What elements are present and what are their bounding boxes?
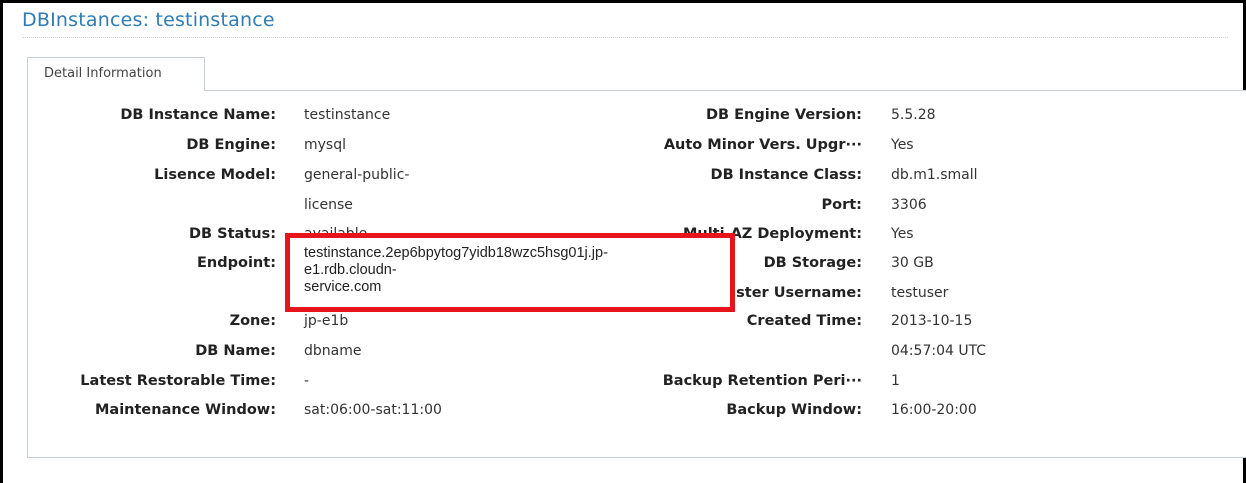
value-backup-window: 16:00-20:00 <box>891 402 977 418</box>
value-license-model: general-public- <box>304 167 410 183</box>
value-zone: jp-e1b <box>304 313 349 329</box>
label-db-status: DB Status: <box>189 226 276 242</box>
value-maintenance-window: sat:06:00-sat:11:00 <box>304 402 442 418</box>
value-db-instance-class: db.m1.small <box>891 167 978 183</box>
value-endpoint: testinstance.2ep6bpytog7yidb18wzc5hsg01j… <box>304 245 724 296</box>
label-backup-retention-period: Backup Retention Peri··· <box>662 373 862 389</box>
label-endpoint: Endpoint: <box>197 255 276 271</box>
endpoint-line-1: testinstance.2ep6bpytog7yidb18wzc5hsg01j… <box>304 245 608 261</box>
value-multi-az-deployment: Yes <box>891 226 914 242</box>
label-latest-restorable-time: Latest Restorable Time: <box>80 373 276 389</box>
value-db-engine-version: 5.5.28 <box>891 107 936 123</box>
label-db-instance-class: DB Instance Class: <box>710 167 862 183</box>
value-db-instance-name: testinstance <box>304 107 391 123</box>
label-maintenance-window: Maintenance Window: <box>94 402 276 418</box>
endpoint-line-2: e1.rdb.cloudn- <box>304 262 397 278</box>
label-port: Port: <box>821 197 862 213</box>
value-port: 3306 <box>891 197 927 213</box>
page-title: DBInstances: testinstance <box>22 9 275 31</box>
label-db-name: DB Name: <box>195 343 276 359</box>
label-auto-minor-version-upgrade: Auto Minor Vers. Upgr··· <box>663 137 862 153</box>
value-db-engine: mysql <box>304 137 346 153</box>
tab-label: Detail Information <box>44 66 162 81</box>
label-backup-window: Backup Window: <box>726 402 862 418</box>
tab-detail-information[interactable]: Detail Information <box>27 57 205 91</box>
endpoint-line-3: service.com <box>304 279 382 295</box>
value-db-storage: 30 GB <box>891 255 934 271</box>
value-latest-restorable-time: - <box>304 373 310 389</box>
window-frame-left <box>0 0 3 483</box>
value-created-time-line2: 04:57:04 UTC <box>891 343 987 359</box>
label-zone: Zone: <box>229 313 276 329</box>
value-db-name: dbname <box>304 343 362 359</box>
value-backup-retention-period: 1 <box>891 373 900 389</box>
value-master-username: testuser <box>891 285 949 301</box>
value-auto-minor-version-upgrade: Yes <box>891 137 914 153</box>
label-license-model: Lisence Model: <box>154 167 276 183</box>
endpoint-highlight-box: testinstance.2ep6bpytog7yidb18wzc5hsg01j… <box>285 233 735 312</box>
window-frame-top <box>0 0 1246 3</box>
value-license-model-line2: license <box>304 197 353 213</box>
label-db-instance-name: DB Instance Name: <box>120 107 276 123</box>
label-db-engine: DB Engine: <box>186 137 276 153</box>
label-created-time: Created Time: <box>746 313 862 329</box>
title-divider <box>22 37 1228 38</box>
value-created-time: 2013-10-15 <box>891 313 973 329</box>
label-db-engine-version: DB Engine Version: <box>705 107 862 123</box>
